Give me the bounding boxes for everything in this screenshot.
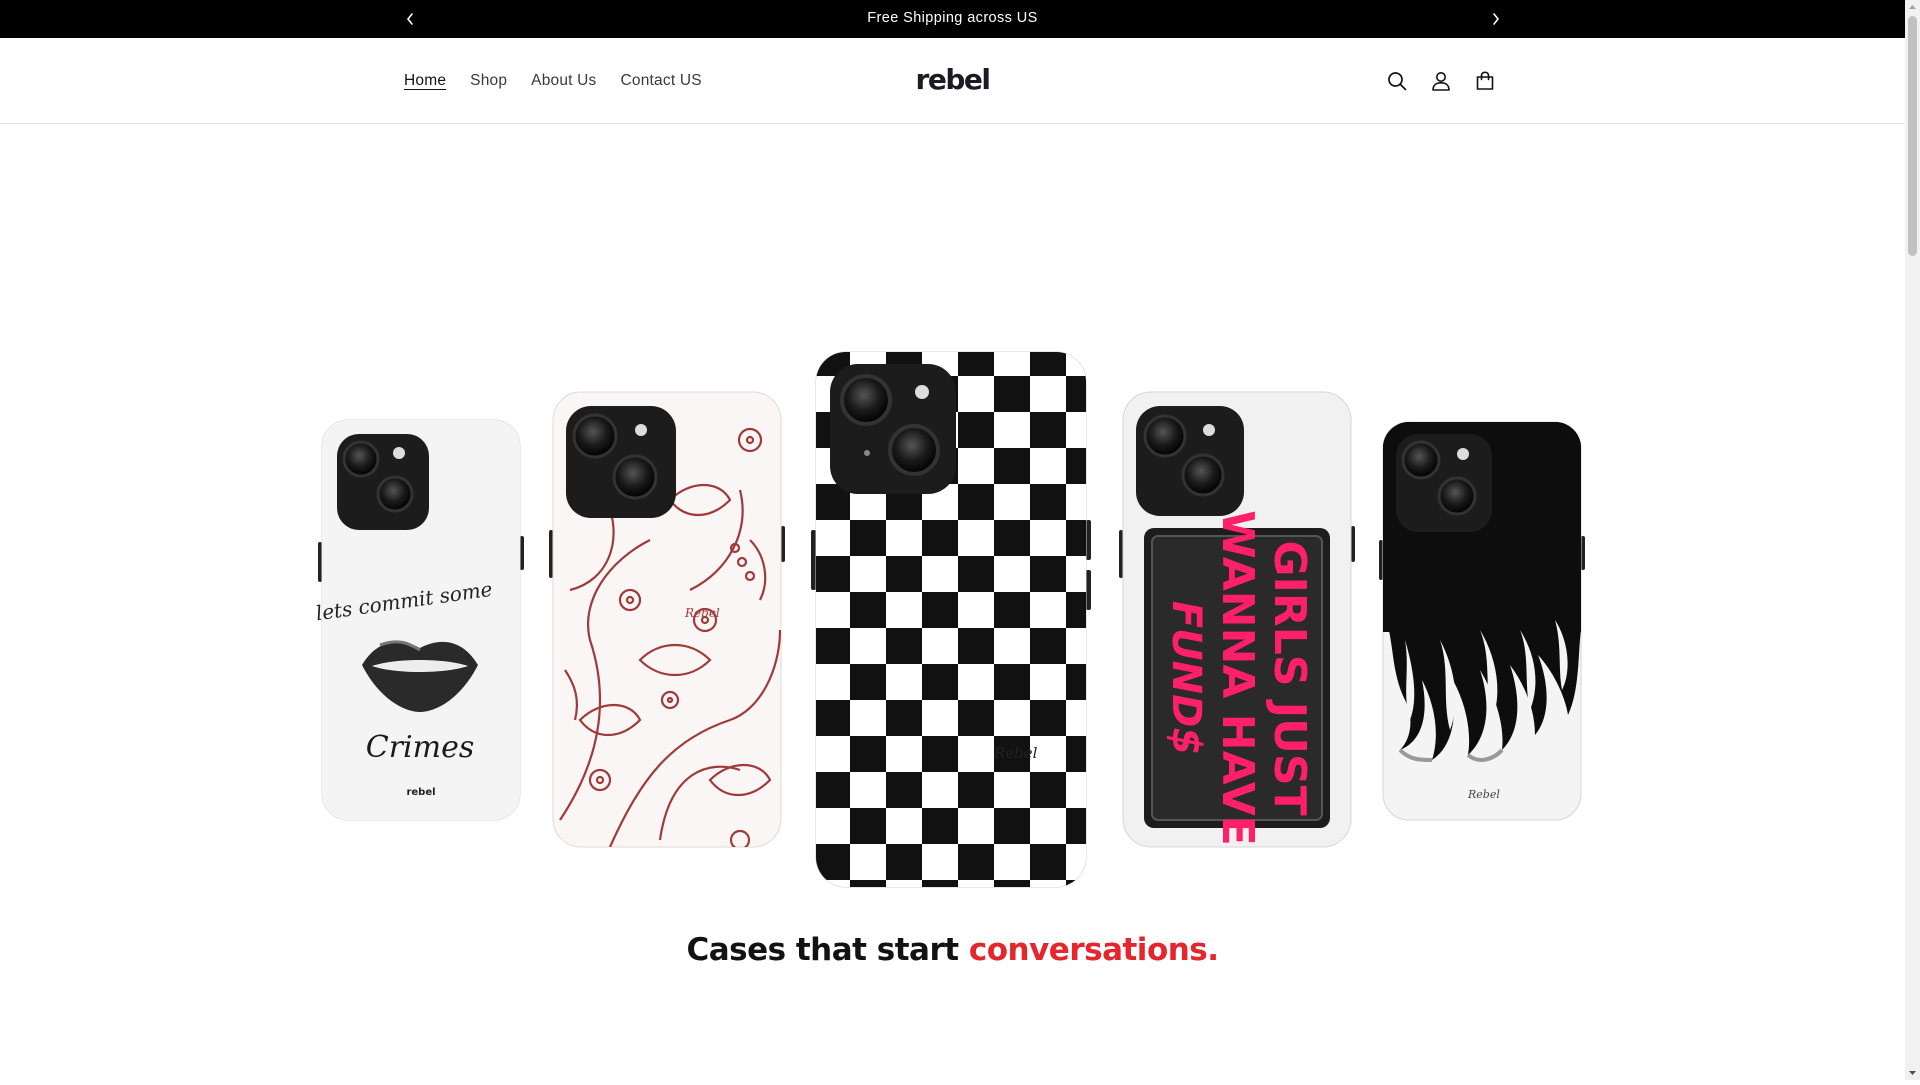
svg-text:Rebel: Rebel: [1467, 788, 1500, 801]
chevron-right-icon: [1493, 13, 1500, 25]
nav-shop[interactable]: Shop: [458, 72, 519, 90]
header-icons: [1378, 62, 1504, 100]
hero-tagline-start: Cases that start: [686, 932, 959, 968]
case-lips: lets commit some Crimes rebel: [314, 419, 524, 821]
cart-button[interactable]: [1466, 62, 1504, 100]
svg-text:WANNA HAVE: WANNA HAVE: [1212, 510, 1263, 846]
scroll-thumb[interactable]: [1908, 16, 1917, 256]
site-logo[interactable]: rebel: [900, 60, 1005, 100]
case-neon-sign: GIRLS JUST WANNA HAVE FUND$: [1119, 391, 1355, 848]
cart-icon: [1476, 71, 1494, 90]
nav-about-us[interactable]: About Us: [519, 72, 608, 90]
site-header: Home Shop About Us Contact US rebel: [0, 38, 1905, 124]
hero-image: lets commit some Crimes rebel Rebel Rebe…: [314, 351, 1585, 888]
triangle-down-icon: [1909, 1071, 1916, 1075]
case-flames: Rebel: [1379, 421, 1585, 821]
scroll-up-button[interactable]: [1905, 0, 1920, 15]
main-nav: Home Shop About Us Contact US: [392, 38, 714, 123]
svg-text:GIRLS JUST: GIRLS JUST: [1264, 540, 1315, 815]
svg-text:rebel: rebel: [406, 787, 435, 798]
case-floral: Rebel: [549, 391, 785, 848]
scroll-down-button[interactable]: [1905, 1065, 1920, 1080]
announcement-message: Free Shipping across US: [867, 10, 1038, 26]
page-scrollbar[interactable]: [1905, 0, 1920, 1080]
svg-text:Crimes: Crimes: [366, 730, 475, 765]
announcement-next-button[interactable]: [1484, 7, 1508, 31]
account-button[interactable]: [1422, 62, 1460, 100]
svg-text:Rebel: Rebel: [684, 606, 720, 620]
hero-tagline-accent: conversations.: [968, 932, 1219, 968]
svg-text:Rebel: Rebel: [993, 744, 1038, 762]
triangle-up-icon: [1909, 5, 1916, 9]
svg-text:FUND$: FUND$: [1163, 601, 1209, 755]
hero-banner[interactable]: lets commit some Crimes rebel Rebel Rebe…: [310, 340, 1595, 905]
hero-tagline: Cases that start conversations.: [0, 932, 1905, 968]
page: Free Shipping across US Home Shop About …: [0, 0, 1905, 1080]
case-checkerboard: Rebel: [811, 351, 1091, 888]
account-icon: [1432, 72, 1450, 91]
nav-home[interactable]: Home: [392, 72, 458, 90]
nav-contact-us[interactable]: Contact US: [609, 72, 714, 90]
search-icon: [1388, 72, 1407, 91]
search-button[interactable]: [1378, 62, 1416, 100]
announcement-bar: Free Shipping across US: [0, 0, 1905, 38]
